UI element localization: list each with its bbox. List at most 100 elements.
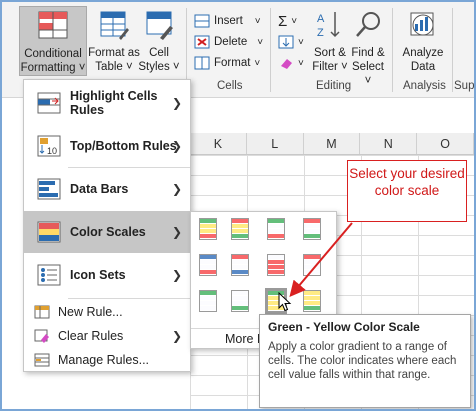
sort-filter-icon: AZ bbox=[313, 8, 347, 42]
menu-item-clear-rules[interactable]: Clear Rules ❯ bbox=[24, 324, 190, 348]
magnifier-icon bbox=[351, 8, 385, 42]
sort-filter-label-1: Sort & bbox=[314, 47, 346, 59]
column-header[interactable]: M bbox=[304, 133, 361, 154]
cell-styles-icon bbox=[142, 8, 176, 42]
find-select-label-2: Select ˅ bbox=[352, 61, 384, 87]
menu-item-icon-sets[interactable]: Icon Sets ❯ bbox=[24, 254, 190, 296]
svg-text:A: A bbox=[317, 13, 325, 25]
delete-chevron-icon: ˅ bbox=[257, 36, 264, 48]
delete-label: Delete bbox=[214, 36, 248, 48]
sigma-icon: Σ bbox=[278, 12, 288, 30]
svg-text:Z: Z bbox=[317, 27, 324, 39]
clear-button[interactable]: ˅ bbox=[278, 54, 304, 72]
column-headers: K L M N O bbox=[190, 133, 474, 155]
analyze-data-icon bbox=[406, 8, 440, 42]
delete-icon bbox=[194, 35, 210, 49]
color-scale-option[interactable] bbox=[199, 218, 217, 240]
analyze-data-button[interactable]: Analyze Data bbox=[398, 8, 448, 74]
insert-chevron-icon: ˅ bbox=[254, 15, 261, 27]
menu-item-highlight-cells-rules[interactable]: Highlight Cells Rules ❯ bbox=[24, 82, 190, 124]
menu-item-manage-rules[interactable]: Manage Rules... bbox=[24, 348, 190, 372]
menu-item-new-rule[interactable]: New Rule... bbox=[24, 300, 190, 324]
menu-item-label: Top/Bottom Rules bbox=[70, 139, 177, 153]
sort-filter-label-2: Filter ˅ bbox=[312, 61, 348, 73]
format-as-table-label-2: Table ˅ bbox=[95, 61, 133, 73]
color-scale-option[interactable] bbox=[231, 254, 249, 276]
insert-icon bbox=[194, 14, 210, 28]
color-scale-option[interactable] bbox=[199, 290, 217, 312]
format-chevron-icon: ˅ bbox=[254, 57, 261, 69]
menu-item-data-bars[interactable]: Data Bars ❯ bbox=[24, 168, 190, 210]
column-header[interactable]: N bbox=[360, 133, 418, 154]
fill-chevron-icon: ˅ bbox=[298, 36, 304, 48]
sort-filter-button[interactable]: AZ Sort & Filter ˅ bbox=[308, 8, 352, 74]
editing-group-label: Editing bbox=[316, 80, 352, 92]
eraser-icon bbox=[278, 56, 294, 70]
new-rule-icon bbox=[34, 304, 50, 320]
submenu-arrow-icon: ❯ bbox=[171, 96, 182, 110]
format-as-table-icon bbox=[97, 8, 131, 42]
autosum-button[interactable]: Σ ˅ bbox=[278, 12, 297, 30]
data-bars-icon bbox=[36, 176, 62, 202]
color-scale-option[interactable] bbox=[303, 254, 321, 276]
menu-item-label: Color Scales bbox=[70, 225, 146, 239]
ribbon-separator bbox=[392, 8, 393, 92]
color-scale-option[interactable] bbox=[199, 254, 217, 276]
color-scale-option[interactable] bbox=[231, 290, 249, 312]
menu-divider bbox=[68, 298, 190, 299]
column-header[interactable]: K bbox=[190, 133, 247, 154]
ribbon-separator bbox=[452, 8, 453, 92]
color-scale-option[interactable] bbox=[231, 218, 249, 240]
menu-item-label: Icon Sets bbox=[70, 268, 126, 282]
format-icon bbox=[194, 56, 210, 70]
insert-label: Insert bbox=[214, 15, 243, 27]
mouse-cursor-icon bbox=[278, 292, 292, 312]
screenshot-frame: Conditional Formatting ˅ Format as Table… bbox=[0, 0, 476, 411]
cells-group-label: Cells bbox=[217, 80, 243, 92]
tooltip-body: Apply a color gradient to a range of cel… bbox=[268, 341, 457, 381]
format-button[interactable]: Format ˅ bbox=[194, 54, 260, 72]
cell-styles-button[interactable]: Cell Styles ˅ bbox=[138, 8, 180, 74]
submenu-arrow-icon: ❯ bbox=[171, 329, 182, 343]
submenu-arrow-icon: ❯ bbox=[171, 182, 182, 196]
manage-rules-icon bbox=[34, 352, 50, 368]
color-scale-option[interactable] bbox=[303, 290, 321, 312]
column-header[interactable]: O bbox=[417, 133, 474, 154]
format-label: Format bbox=[214, 57, 251, 69]
format-as-table-button[interactable]: Format as Table ˅ bbox=[88, 8, 140, 74]
menu-item-top-bottom-rules[interactable]: 10 Top/Bottom Rules ❯ bbox=[24, 125, 190, 167]
conditional-formatting-label-1: Conditional bbox=[24, 48, 82, 60]
submenu-arrow-icon: ❯ bbox=[171, 225, 182, 239]
cell-styles-label-1: Cell bbox=[149, 47, 169, 59]
highlight-cells-icon bbox=[36, 90, 62, 116]
color-scale-option[interactable] bbox=[267, 218, 285, 240]
fill-button[interactable]: ˅ bbox=[278, 33, 304, 51]
find-select-label-1: Find & bbox=[351, 47, 385, 59]
submenu-arrow-icon: ❯ bbox=[171, 139, 182, 153]
color-scales-icon bbox=[36, 219, 62, 245]
svg-text:10: 10 bbox=[47, 146, 57, 156]
column-header[interactable]: L bbox=[247, 133, 304, 154]
delete-button[interactable]: Delete ˅ bbox=[194, 33, 263, 51]
instruction-callout: Select your desired color scale bbox=[347, 160, 467, 222]
top-bottom-icon: 10 bbox=[36, 133, 62, 159]
conditional-formatting-button[interactable]: Conditional Formatting ˅ bbox=[19, 6, 87, 76]
clear-chevron-icon: ˅ bbox=[298, 57, 304, 69]
color-scale-option[interactable] bbox=[303, 218, 321, 240]
submenu-arrow-icon: ❯ bbox=[171, 268, 182, 282]
fill-down-icon bbox=[278, 35, 294, 49]
analysis-group-label: Analysis bbox=[403, 80, 446, 92]
menu-item-color-scales[interactable]: Color Scales ❯ bbox=[24, 211, 190, 253]
conditional-formatting-menu: Highlight Cells Rules ❯ 10 Top/Bottom Ru… bbox=[23, 79, 191, 372]
color-scale-option[interactable] bbox=[267, 254, 285, 276]
color-scale-tooltip: Green - Yellow Color Scale Apply a color… bbox=[259, 314, 471, 408]
find-select-button[interactable]: Find & Select ˅ bbox=[348, 8, 388, 88]
menu-item-label: Clear Rules bbox=[58, 329, 124, 343]
sup-group-label: Sup bbox=[454, 80, 475, 92]
menu-item-label: Data Bars bbox=[70, 182, 129, 196]
menu-item-label: New Rule... bbox=[58, 305, 123, 319]
analyze-data-label-2: Data bbox=[410, 61, 436, 73]
tooltip-title: Green - Yellow Color Scale bbox=[268, 320, 420, 334]
insert-button[interactable]: Insert ˅ bbox=[194, 12, 261, 30]
cell-styles-label-2: Styles ˅ bbox=[138, 61, 180, 73]
